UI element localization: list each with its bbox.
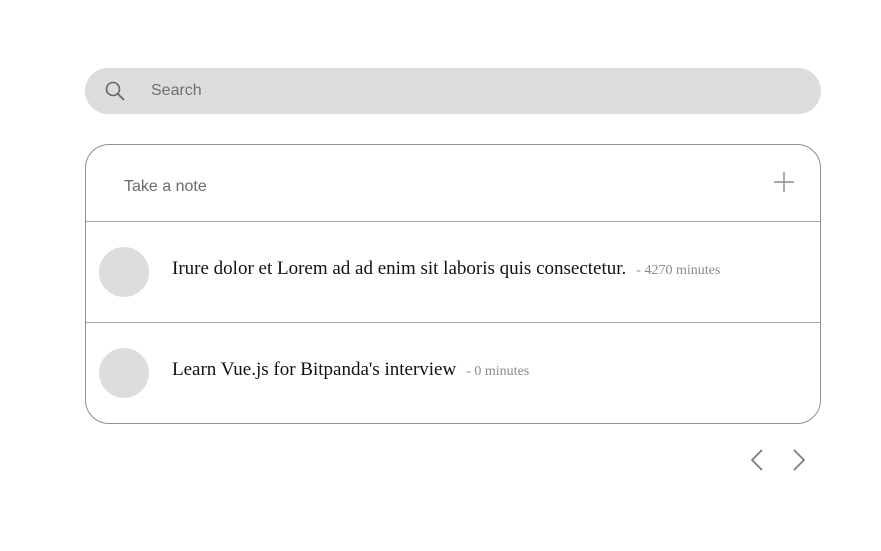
note-content: Learn Vue.js for Bitpanda's interview - 0…: [172, 359, 529, 381]
list-item[interactable]: Irure dolor et Lorem ad ad enim sit labo…: [86, 222, 820, 323]
note-time: - 4270 minutes: [636, 263, 721, 278]
avatar: [99, 348, 149, 398]
avatar: [99, 247, 149, 297]
note-text: Irure dolor et Lorem ad ad enim sit labo…: [172, 258, 627, 279]
search-input[interactable]: [151, 68, 791, 114]
new-note-row: [86, 145, 820, 222]
list-item[interactable]: Learn Vue.js for Bitpanda's interview - 0…: [86, 323, 820, 423]
search-bar[interactable]: [85, 68, 821, 114]
chevron-left-icon[interactable]: [746, 448, 768, 472]
search-icon: [105, 81, 125, 101]
plus-icon[interactable]: [773, 171, 795, 193]
note-text: Learn Vue.js for Bitpanda's interview: [172, 359, 457, 380]
notes-card: Irure dolor et Lorem ad ad enim sit labo…: [85, 144, 821, 424]
new-note-input[interactable]: [124, 173, 724, 201]
note-content: Irure dolor et Lorem ad ad enim sit labo…: [172, 258, 720, 280]
chevron-right-icon[interactable]: [788, 448, 810, 472]
note-time: - 0 minutes: [466, 364, 530, 379]
